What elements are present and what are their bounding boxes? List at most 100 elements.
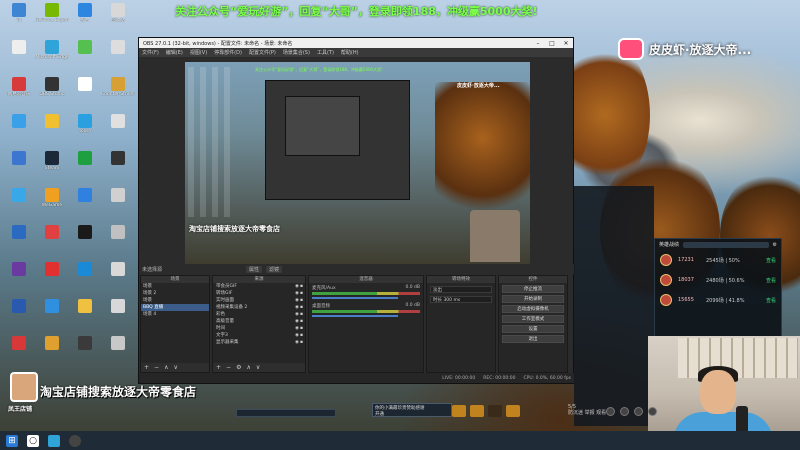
desktop-icon[interactable] bbox=[101, 151, 135, 166]
scene-item[interactable]: BBQ 直播 bbox=[141, 304, 209, 311]
desktop-icon[interactable] bbox=[2, 225, 36, 240]
minimize-icon[interactable]: – bbox=[531, 40, 545, 47]
desktop-icon[interactable]: Steam bbox=[35, 151, 69, 172]
maximize-icon[interactable]: □ bbox=[545, 40, 559, 47]
filters-button[interactable]: 滤镜 bbox=[266, 265, 283, 273]
add-scene-icon[interactable]: + bbox=[144, 364, 149, 371]
start-icon[interactable]: ⊞ bbox=[6, 434, 18, 447]
source-item[interactable]: 转场GIF ◉ ▪ bbox=[213, 290, 305, 297]
control-button[interactable]: 停止推流 bbox=[502, 285, 564, 293]
search-icon[interactable]: ○ bbox=[27, 434, 39, 447]
desktop-icon[interactable] bbox=[35, 114, 69, 129]
remove-scene-icon[interactable]: − bbox=[154, 364, 159, 371]
view-button[interactable]: 查看 bbox=[766, 277, 776, 284]
desktop-icon[interactable] bbox=[68, 262, 102, 277]
move-up-icon[interactable]: ∧ bbox=[164, 364, 168, 371]
move-down-icon[interactable]: ∨ bbox=[256, 364, 260, 371]
source-item[interactable]: 带会员GIF ◉ ▪ bbox=[213, 283, 305, 290]
search-input[interactable] bbox=[683, 241, 769, 248]
transition-type-select[interactable]: 淡出 bbox=[430, 286, 492, 293]
scene-item[interactable]: 场景 4 bbox=[141, 311, 209, 318]
desktop-icon[interactable] bbox=[68, 188, 102, 203]
desktop-icon[interactable]: Ta bbox=[2, 3, 36, 24]
add-source-icon[interactable]: + bbox=[216, 364, 221, 371]
scene-item[interactable]: 场景 2 bbox=[141, 290, 209, 297]
menu-item[interactable]: 停靠部件(D) bbox=[214, 49, 242, 56]
desktop-icon[interactable] bbox=[2, 299, 36, 314]
desktop-icon[interactable] bbox=[101, 262, 135, 277]
desktop-icon[interactable] bbox=[101, 114, 135, 129]
desktop-icon[interactable] bbox=[101, 40, 135, 55]
play-icon[interactable] bbox=[606, 407, 615, 416]
desktop-icon[interactable] bbox=[68, 77, 102, 92]
desktop-icon[interactable] bbox=[35, 225, 69, 240]
volume-fader[interactable] bbox=[312, 315, 399, 317]
desktop-icon[interactable]: 网易云音乐 bbox=[2, 77, 36, 98]
desktop-icon[interactable]: Counter-Strike Global bbox=[101, 77, 135, 98]
desktop-icon[interactable]: Yolish bbox=[68, 114, 102, 135]
source-settings-icon[interactable]: ⚙ bbox=[236, 364, 241, 371]
scene-item[interactable]: 场景 bbox=[141, 297, 209, 304]
lock-icon[interactable]: ▪ bbox=[300, 304, 305, 311]
menu-item[interactable]: 编辑(E) bbox=[166, 49, 183, 56]
desktop-icon[interactable] bbox=[101, 336, 135, 351]
menu-item[interactable]: 帮助(H) bbox=[341, 49, 359, 56]
source-item[interactable]: 显示器采集 ◉ ▪ bbox=[213, 339, 305, 346]
desktop-icon[interactable] bbox=[68, 225, 102, 240]
lock-icon[interactable]: ▪ bbox=[300, 332, 305, 339]
lock-icon[interactable]: ▪ bbox=[300, 283, 305, 290]
control-button[interactable]: 设置 bbox=[502, 325, 564, 333]
menu-item[interactable]: 场景集合(S) bbox=[283, 49, 310, 56]
desktop-icon[interactable] bbox=[35, 299, 69, 314]
desktop-icon[interactable] bbox=[101, 188, 135, 203]
scene-item[interactable]: 场景 bbox=[141, 283, 209, 290]
donation-banner[interactable]: 你的小满最珍贵赞助感谢 开通 bbox=[372, 403, 452, 417]
desktop-icon[interactable]: WeGame bbox=[35, 188, 69, 209]
menu-item[interactable]: 文件(F) bbox=[142, 49, 159, 56]
lock-icon[interactable]: ▪ bbox=[300, 318, 305, 325]
source-item[interactable]: 视频采集设备 2 ◉ ▪ bbox=[213, 304, 305, 311]
lock-icon[interactable]: ▪ bbox=[300, 325, 305, 332]
desktop-icon[interactable]: 照片 bbox=[68, 3, 102, 24]
source-item[interactable]: 实时画面 ◉ ▪ bbox=[213, 297, 305, 304]
edge-icon[interactable] bbox=[48, 434, 60, 447]
lock-icon[interactable]: ▪ bbox=[300, 311, 305, 318]
gift-icon[interactable] bbox=[452, 405, 466, 417]
control-button[interactable]: 开始录制 bbox=[502, 295, 564, 303]
control-button[interactable]: 退出 bbox=[502, 335, 564, 343]
move-up-icon[interactable]: ∧ bbox=[246, 364, 250, 371]
desktop-icon[interactable] bbox=[2, 40, 36, 55]
desktop-icon[interactable] bbox=[2, 336, 36, 351]
view-button[interactable]: 查看 bbox=[766, 297, 776, 304]
desktop-icon[interactable] bbox=[2, 151, 36, 166]
desktop-icon[interactable] bbox=[2, 114, 36, 129]
desktop-icon[interactable]: OBS Studio bbox=[35, 77, 69, 98]
gift-icon[interactable] bbox=[506, 405, 520, 417]
source-item[interactable]: 高级音量 ◉ ▪ bbox=[213, 318, 305, 325]
desktop-icon[interactable] bbox=[68, 40, 102, 55]
desktop-icon[interactable] bbox=[2, 188, 36, 203]
desktop-icon[interactable] bbox=[101, 299, 135, 314]
gift-icon[interactable] bbox=[470, 405, 484, 417]
fullscreen-icon[interactable] bbox=[634, 407, 643, 416]
properties-button[interactable]: 属性 bbox=[246, 265, 263, 273]
settings-icon[interactable]: ⚙ bbox=[773, 242, 777, 248]
source-item[interactable]: 文字3 ◉ ▪ bbox=[213, 332, 305, 339]
menu-item[interactable]: 工具(T) bbox=[317, 49, 334, 56]
desktop-icon[interactable] bbox=[101, 225, 135, 240]
desktop-icon[interactable] bbox=[35, 262, 69, 277]
transition-duration-field[interactable]: 时长 300 ms bbox=[430, 296, 492, 303]
volume-icon[interactable] bbox=[620, 407, 629, 416]
move-down-icon[interactable]: ∨ bbox=[173, 364, 177, 371]
obs-icon[interactable] bbox=[69, 434, 81, 447]
settings-icon[interactable] bbox=[648, 407, 657, 416]
lock-icon[interactable]: ▪ bbox=[300, 339, 305, 346]
volume-fader[interactable] bbox=[312, 297, 399, 299]
desktop-icon[interactable] bbox=[68, 299, 102, 314]
chat-input[interactable] bbox=[236, 409, 336, 417]
view-button[interactable]: 查看 bbox=[766, 257, 776, 264]
desktop-icon[interactable]: Microsoft Edge bbox=[35, 40, 69, 61]
obs-preview[interactable]: 淘宝店铺搜索放逐大帝零食店 关注公众号“爱玩好游”，回复“大哥”，登录即领188… bbox=[185, 62, 530, 268]
close-icon[interactable]: ✕ bbox=[559, 40, 573, 47]
desktop-icon[interactable]: 回收站 bbox=[101, 3, 135, 24]
